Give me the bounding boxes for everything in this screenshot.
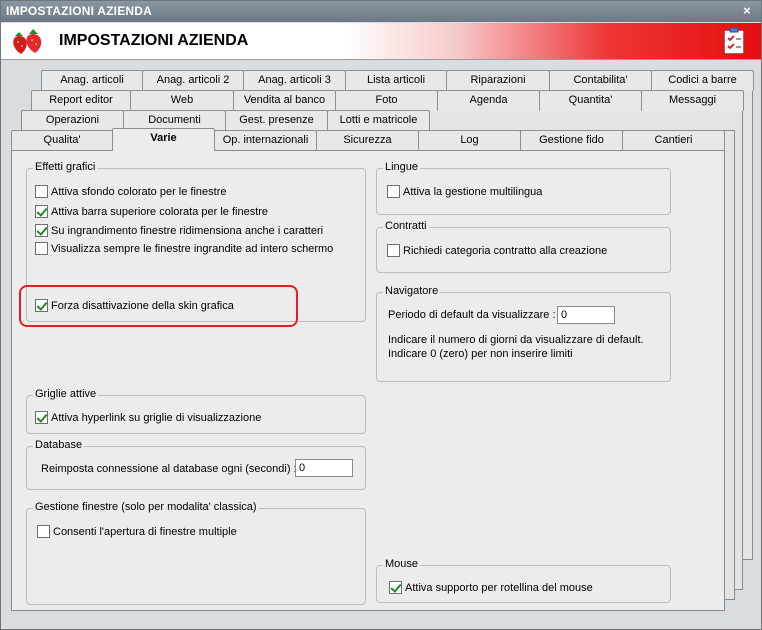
checkbox[interactable] <box>35 205 48 218</box>
barra-superiore-option[interactable]: Attiva barra superiore colorata per le f… <box>35 205 268 218</box>
griglie-attive-group: Griglie attive Attiva hyperlink su grigl… <box>26 388 366 434</box>
tab-anag-articoli[interactable]: Anag. articoli <box>41 70 143 91</box>
mouse-group: Mouse Attiva supporto per rotellina del … <box>376 558 671 603</box>
option-label: Attiva hyperlink su griglie di visualizz… <box>51 411 262 424</box>
hyperlink-option[interactable]: Attiva hyperlink su griglie di visualizz… <box>35 411 261 424</box>
tab-vendita-al-banco[interactable]: Vendita al banco <box>233 90 336 111</box>
checkbox[interactable] <box>387 244 400 257</box>
checkbox[interactable] <box>387 185 400 198</box>
tab-gestione-fido[interactable]: Gestione fido <box>520 130 623 151</box>
tab-anag-articoli-3[interactable]: Anag. articoli 3 <box>243 70 346 91</box>
tab-lista-articoli[interactable]: Lista articoli <box>345 70 447 91</box>
tab-cantieri[interactable]: Cantieri <box>622 130 725 151</box>
checkbox[interactable] <box>35 242 48 255</box>
group-title: Contratti <box>383 220 429 232</box>
contratti-group: Contratti Richiedi categoria contratto a… <box>376 220 671 273</box>
tab-anag-articoli-2[interactable]: Anag. articoli 2 <box>142 70 244 91</box>
multilingua-option[interactable]: Attiva la gestione multilingua <box>387 185 542 198</box>
rotellina-option[interactable]: Attiva supporto per rotellina del mouse <box>389 581 593 594</box>
navigatore-note-1: Indicare il numero di giorni da visualiz… <box>388 334 644 346</box>
tab-sicurezza[interactable]: Sicurezza <box>316 130 419 151</box>
close-icon[interactable]: × <box>739 3 755 19</box>
title-bar: IMPOSTAZIONI AZIENDA × <box>1 1 761 22</box>
checkbox[interactable] <box>35 185 48 198</box>
group-title: Lingue <box>383 161 421 173</box>
tab-op-internazionali[interactable]: Op. internazionali <box>214 130 317 151</box>
page-title: IMPOSTAZIONI AZIENDA <box>59 32 249 49</box>
tab-agenda[interactable]: Agenda <box>437 90 540 111</box>
tab-messaggi[interactable]: Messaggi <box>641 90 744 111</box>
categoria-contratto-option[interactable]: Richiedi categoria contratto alla creazi… <box>387 244 607 257</box>
tab-web[interactable]: Web <box>130 90 234 111</box>
tab-operazioni[interactable]: Operazioni <box>21 110 124 131</box>
lingue-group: Lingue Attiva la gestione multilingua <box>376 161 671 215</box>
option-label: Attiva barra superiore colorata per le f… <box>51 205 269 218</box>
intero-schermo-option[interactable]: Visualizza sempre le finestre ingrandite… <box>35 242 333 255</box>
group-title: Navigatore <box>383 285 441 297</box>
checkbox[interactable] <box>35 411 48 424</box>
database-seconds-input[interactable]: 0 <box>295 459 353 477</box>
checkbox[interactable] <box>37 525 50 538</box>
option-label: Attiva la gestione multilingua <box>403 185 543 198</box>
window-title: IMPOSTAZIONI AZIENDA <box>6 4 152 18</box>
group-title: Mouse <box>383 558 421 570</box>
option-label: Visualizza sempre le finestre ingrandite… <box>51 242 334 255</box>
database-label: Reimposta connessione al database ogni (… <box>41 463 297 475</box>
option-label: Attiva supporto per rotellina del mouse <box>405 581 593 594</box>
group-title: Database <box>33 439 85 451</box>
finestre-multiple-option[interactable]: Consenti l'apertura di finestre multiple <box>37 525 237 538</box>
ridimensiona-caratteri-option[interactable]: Su ingrandimento finestre ridimensiona a… <box>35 224 323 237</box>
strawberry-logo-icon <box>13 29 42 54</box>
tab-varie[interactable]: Varie <box>112 128 215 151</box>
tab-qualita[interactable]: Qualita' <box>11 130 113 151</box>
option-label: Su ingrandimento finestre ridimensiona a… <box>51 224 324 237</box>
red-highlight-box <box>19 285 298 327</box>
option-label: Richiedi categoria contratto alla creazi… <box>403 244 608 257</box>
header-banner: IMPOSTAZIONI AZIENDA <box>1 23 761 60</box>
navigatore-group: Navigatore Periodo di default da visuali… <box>376 285 671 382</box>
group-title: Effetti grafici <box>33 161 98 173</box>
option-label: Attiva sfondo colorato per le finestre <box>51 185 227 198</box>
tab-codici-a-barre[interactable]: Codici a barre <box>651 70 754 91</box>
tab-quantita[interactable]: Quantita' <box>539 90 642 111</box>
settings-window: IMPOSTAZIONI AZIENDA × IMPOSTAZIONI AZIE… <box>0 0 762 630</box>
varie-panel: Effetti grafici Attiva sfondo colorato p… <box>11 150 725 611</box>
gestione-finestre-group: Gestione finestre (solo per modalita' cl… <box>26 501 366 605</box>
tab-gest-presenze[interactable]: Gest. presenze <box>225 110 328 131</box>
tab-riparazioni[interactable]: Riparazioni <box>446 70 550 91</box>
navigatore-note-2: Indicare 0 (zero) per non inserire limit… <box>388 348 573 360</box>
tab-contabilita[interactable]: Contabilita' <box>549 70 652 91</box>
checkbox[interactable] <box>35 224 48 237</box>
sfondo-colorato-option[interactable]: Attiva sfondo colorato per le finestre <box>35 185 226 198</box>
tab-foto[interactable]: Foto <box>335 90 438 111</box>
group-title: Gestione finestre (solo per modalita' cl… <box>33 501 259 513</box>
database-group: Database Reimposta connessione al databa… <box>26 439 366 490</box>
checklist-icon[interactable] <box>723 27 747 55</box>
option-label: Consenti l'apertura di finestre multiple <box>53 525 237 538</box>
tab-lotti-e-matricole[interactable]: Lotti e matricole <box>327 110 430 131</box>
tab-report-editor[interactable]: Report editor <box>31 90 131 111</box>
periodo-label: Periodo di default da visualizzare : <box>388 309 556 321</box>
group-title: Griglie attive <box>33 388 99 400</box>
tab-log[interactable]: Log <box>418 130 521 151</box>
periodo-input[interactable]: 0 <box>557 306 615 324</box>
checkbox[interactable] <box>389 581 402 594</box>
